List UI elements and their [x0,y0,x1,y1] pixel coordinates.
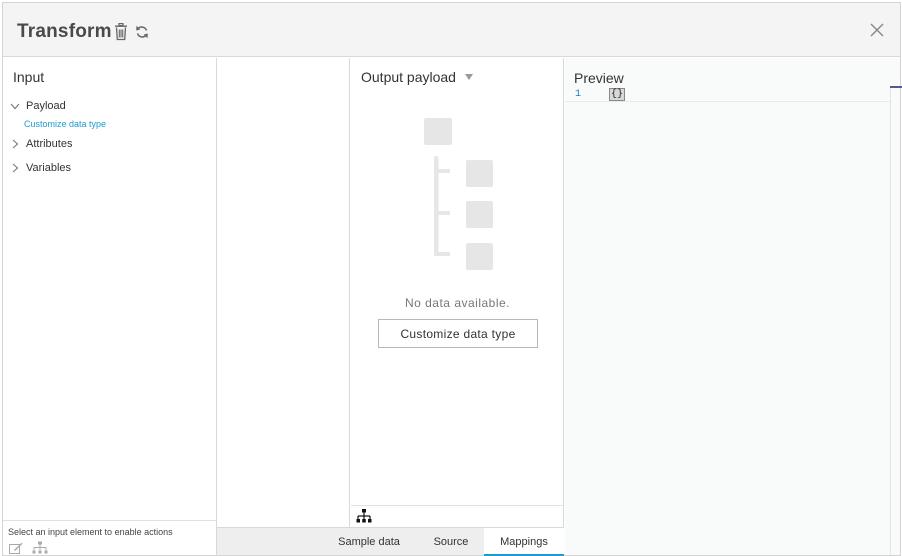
dialog-title: Transform [17,21,112,42]
output-panel-title[interactable]: Output payload [361,69,456,85]
chevron-right-icon[interactable] [9,162,21,174]
dialog-header: Transform [3,3,900,57]
preview-panel-title: Preview [574,70,624,86]
input-panel-title: Input [13,69,45,85]
tree-item-attributes[interactable]: Attributes [9,135,72,153]
chevron-right-icon[interactable] [9,138,21,150]
scroll-position-marker [890,86,902,88]
trash-icon[interactable] [113,23,129,41]
editor-scrollbar[interactable] [890,86,891,555]
actions-hint: Select an input element to enable action… [8,527,173,537]
edit-icon[interactable] [9,542,23,554]
input-actions-bar: Select an input element to enable action… [3,520,216,555]
input-panel: Input Payload Customize data type Attrib… [3,58,217,555]
output-panel: Output payload No data available. Custom… [351,58,564,527]
preview-panel: Preview 1 {} [565,58,902,555]
tree-item-label: Payload [26,100,66,112]
tree-structure-icon[interactable] [356,509,372,524]
close-icon[interactable] [869,22,885,38]
tree-item-payload[interactable]: Payload [9,97,66,115]
customize-data-type-button[interactable]: Customize data type [378,319,538,348]
code-content[interactable]: {} [609,88,626,101]
refresh-icon[interactable] [134,23,150,41]
tree-item-variables[interactable]: Variables [9,159,71,177]
tab-source[interactable]: Source [418,528,484,556]
customize-data-type-link[interactable]: Customize data type [24,119,106,129]
bottom-tab-bar: Sample data Source Mappings [217,527,564,556]
empty-state-message: No data available. [404,296,511,310]
tab-sample-data[interactable]: Sample data [328,528,410,556]
line-number: 1 [575,89,582,100]
tree-item-label: Variables [26,162,72,174]
tree-structure-icon[interactable] [32,541,48,555]
tab-mappings[interactable]: Mappings [484,528,564,556]
caret-down-icon[interactable] [465,74,473,80]
empty-tree-illustration [424,118,493,270]
output-actions-bar [351,505,563,527]
chevron-down-icon[interactable] [9,100,21,112]
mapping-column [217,58,350,527]
transform-dialog: Transform Input Payload Customize data t… [2,2,902,556]
tree-item-label: Attributes [26,138,73,150]
